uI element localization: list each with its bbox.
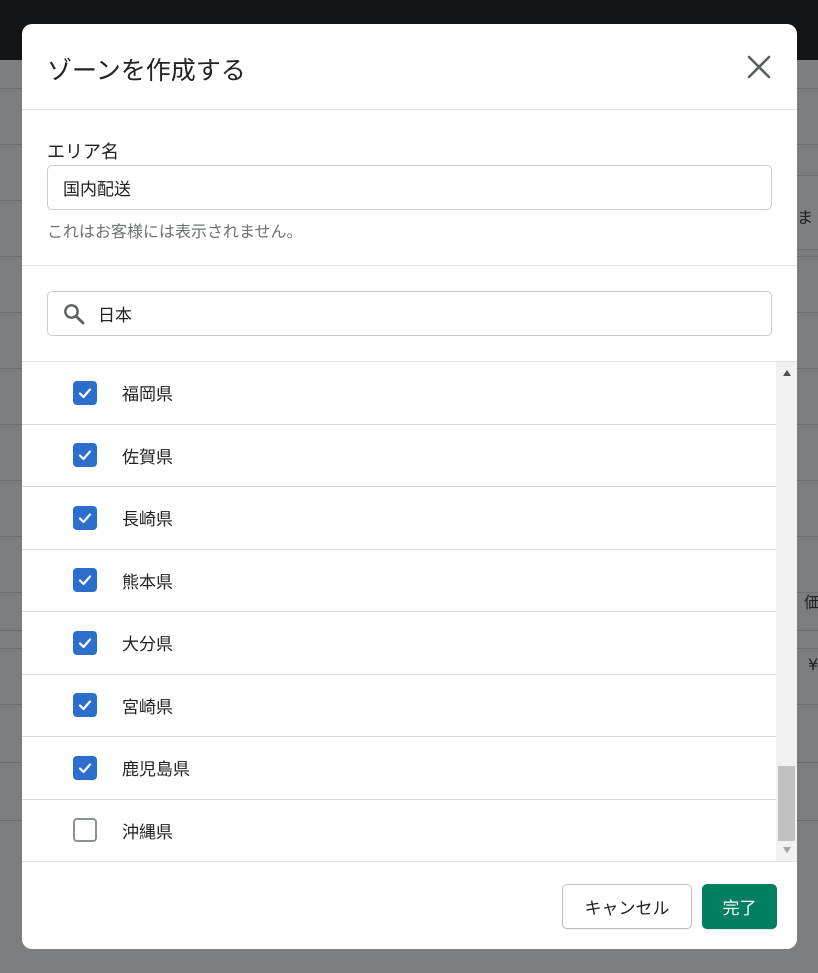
background-text-fragment: ま: [797, 208, 814, 227]
area-name-input[interactable]: [47, 165, 772, 210]
region-checkbox[interactable]: [73, 380, 97, 405]
search-icon: [64, 304, 85, 325]
list-item[interactable]: 長崎県: [22, 487, 776, 550]
region-list-area: 福岡県佐賀県長崎県熊本県大分県宮崎県鹿児島県沖縄県: [22, 361, 797, 862]
region-checkbox[interactable]: [73, 505, 97, 530]
region-label: 鹿児島県: [122, 760, 190, 781]
region-label: 福岡県: [122, 385, 173, 406]
done-button[interactable]: 完了: [702, 884, 777, 929]
list-item[interactable]: 宮崎県: [22, 675, 776, 737]
checkmark-icon: [78, 638, 92, 648]
region-label: 長崎県: [122, 510, 173, 531]
list-item[interactable]: 沖縄県: [22, 800, 776, 862]
close-icon: [747, 55, 771, 79]
checkmark-icon: [78, 450, 92, 461]
region-label: 大分県: [122, 635, 173, 656]
list-item[interactable]: 鹿児島県: [22, 737, 776, 800]
background-yen-value: ¥: [808, 655, 818, 674]
checkmark-icon: [78, 388, 92, 398]
checkmark-icon: [78, 763, 92, 773]
region-label: 佐賀県: [122, 447, 173, 468]
region-checkbox[interactable]: [73, 568, 97, 593]
scrollbar-thumb[interactable]: [778, 766, 795, 841]
search-input[interactable]: [98, 292, 758, 335]
region-checkbox[interactable]: [73, 443, 97, 468]
region-label: 宮崎県: [122, 697, 173, 718]
area-name-section: エリア名 これはお客様には表示されません。: [22, 110, 797, 266]
checkmark-icon: [78, 700, 92, 711]
background-price-label: 価: [804, 593, 818, 612]
create-zone-modal: ゾーンを作成する エリア名 これはお客様には表示されません。 福岡県佐賀県長崎県…: [22, 24, 797, 949]
scroll-down-button[interactable]: [776, 839, 797, 861]
region-label: 沖縄県: [122, 822, 173, 843]
modal-title: ゾーンを作成する: [47, 56, 246, 85]
checkmark-icon: [78, 513, 92, 523]
area-name-help-text: これはお客様には表示されません。: [47, 222, 303, 241]
close-button[interactable]: [742, 50, 776, 84]
area-name-label: エリア名: [47, 142, 119, 163]
modal-footer: キャンセル 完了: [22, 862, 797, 949]
region-list: 福岡県佐賀県長崎県熊本県大分県宮崎県鹿児島県沖縄県: [22, 362, 776, 861]
region-checkbox[interactable]: [73, 693, 97, 718]
checkmark-icon: [78, 575, 92, 586]
list-item[interactable]: 大分県: [22, 612, 776, 675]
cancel-button[interactable]: キャンセル: [562, 884, 692, 929]
list-item[interactable]: 佐賀県: [22, 425, 776, 487]
region-checkbox[interactable]: [73, 630, 97, 655]
region-label: 熊本県: [122, 572, 173, 593]
region-checkbox[interactable]: [73, 818, 97, 843]
search-field[interactable]: [47, 291, 772, 336]
scrollbar[interactable]: [776, 362, 797, 861]
triangle-down-icon: [782, 847, 791, 853]
triangle-up-icon: [782, 370, 791, 376]
list-item[interactable]: 熊本県: [22, 550, 776, 612]
modal-header: ゾーンを作成する: [22, 24, 797, 110]
region-checkbox[interactable]: [73, 755, 97, 780]
list-item[interactable]: 福岡県: [22, 362, 776, 425]
scroll-up-button[interactable]: [776, 362, 797, 384]
